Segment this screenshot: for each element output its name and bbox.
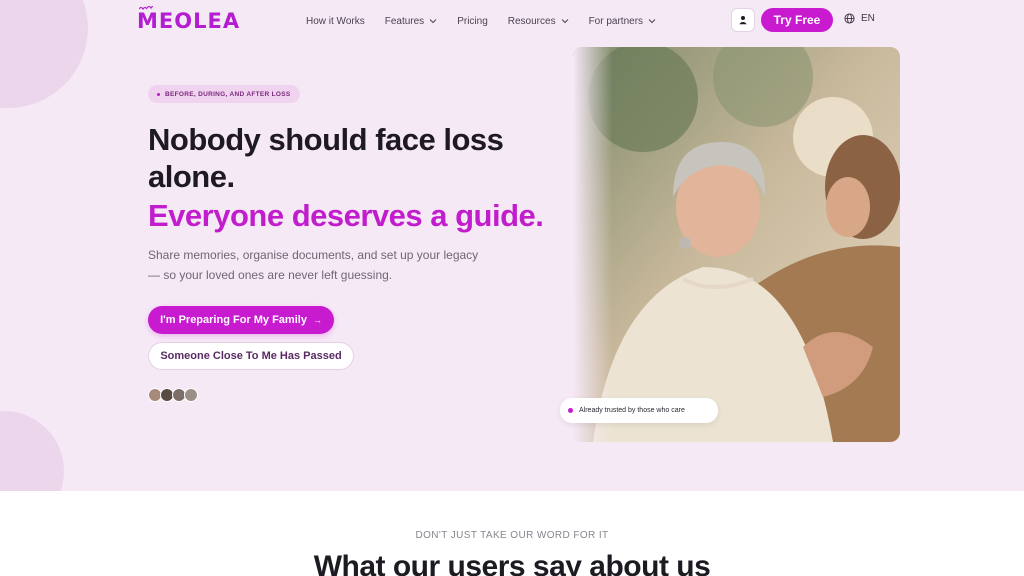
chevron-down-icon [561, 19, 568, 24]
birds-icon [139, 5, 153, 11]
nav-item-for-partners[interactable]: For partners [589, 16, 656, 27]
chevron-down-icon [429, 19, 437, 24]
hero-subtext: Share memories, organise documents, and … [148, 248, 479, 282]
nav-item-label: How it Works [306, 15, 365, 27]
testimonials-eyebrow: DON'T JUST TAKE OUR WORD FOR IT [415, 530, 609, 541]
chevron-down-icon [648, 19, 656, 24]
decorative-circle [0, 411, 64, 491]
language-selector[interactable]: EN [844, 13, 875, 24]
nav-item-resources[interactable]: Resources [508, 16, 569, 27]
trust-badge: Already trusted by those who care [560, 398, 718, 423]
avatar [184, 388, 198, 402]
testimonials-title: What our users say about us [313, 550, 711, 576]
nav-item-label: Pricing [457, 15, 488, 27]
brand-logo[interactable]: MEOLEA [137, 5, 241, 34]
arrow-right-icon: → [312, 315, 322, 325]
button-label: I'm Preparing For My Family [160, 314, 307, 326]
hero-photo [573, 47, 900, 442]
avatar-group [148, 388, 198, 402]
hero-headline-accent: Everyone deserves a guide. [148, 198, 544, 233]
nav-item-pricing[interactable]: Pricing [457, 16, 488, 27]
nav-item-label: Features [384, 15, 425, 27]
eyebrow-badge: BEFORE, DURING, AND AFTER LOSS [148, 85, 300, 103]
user-icon [739, 16, 747, 25]
hero-section: MEOLEA How it Works Features Pricing Res… [0, 0, 1024, 491]
brand-name: MEOLEA [137, 9, 241, 33]
eyebrow-text: BEFORE, DURING, AND AFTER LOSS [165, 90, 291, 98]
account-button[interactable] [731, 8, 755, 32]
nav-item-label: For partners [588, 15, 644, 27]
nav-item-features[interactable]: Features [385, 16, 437, 27]
someone-passed-button[interactable]: Someone Close To Me Has Passed [148, 342, 354, 370]
main-nav: How it Works Features Pricing Resources … [306, 12, 676, 30]
dot-icon [157, 92, 160, 96]
trust-text: Already trusted by those who care [579, 407, 685, 414]
nav-item-label: Resources [507, 15, 556, 27]
language-label: EN [861, 13, 875, 24]
nav-item-how-it-works[interactable]: How it Works [306, 16, 365, 27]
decorative-circle [0, 0, 88, 108]
hero-headline: Nobody should face loss alone. [148, 122, 504, 194]
try-free-button[interactable]: Try Free [761, 8, 833, 32]
globe-icon [844, 13, 855, 24]
preparing-for-family-button[interactable]: I'm Preparing For My Family → [148, 306, 334, 334]
dot-icon [568, 408, 573, 413]
